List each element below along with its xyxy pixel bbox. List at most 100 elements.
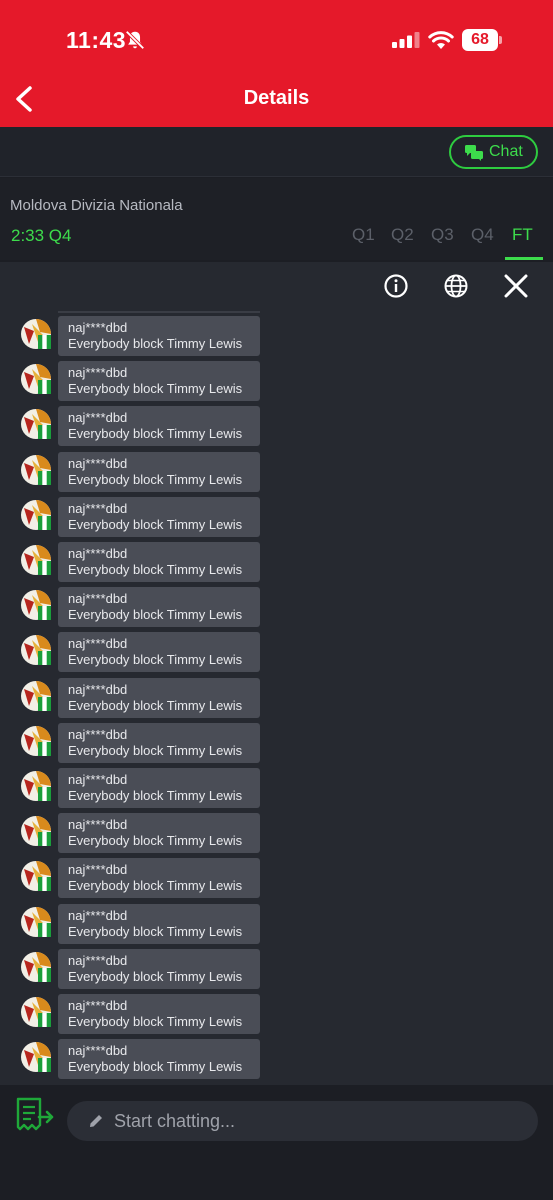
tab-ft[interactable]: FT: [512, 225, 533, 245]
list-item[interactable]: naj****dbd Everybody block Timmy Lewis: [0, 316, 553, 358]
list-item[interactable]: naj****dbd Everybody block Timmy Lewis: [0, 994, 553, 1036]
message-bubble: naj****dbd Everybody block Timmy Lewis: [58, 948, 260, 989]
list-item[interactable]: naj****dbd Everybody block Timmy Lewis: [0, 677, 553, 720]
avatar[interactable]: [20, 544, 52, 576]
tab-q3[interactable]: Q3: [431, 225, 454, 245]
message-text: Everybody block Timmy Lewis: [68, 471, 243, 487]
message-username: naj****dbd: [68, 998, 128, 1013]
message-bubble: naj****dbd Everybody block Timmy Lewis: [58, 677, 260, 718]
status-time: 11:43: [66, 27, 127, 53]
pencil-icon: [90, 1115, 102, 1127]
cellular-signal-icon: [392, 32, 420, 48]
list-item[interactable]: naj****dbd Everybody block Timmy Lewis: [0, 722, 553, 765]
tab-q4[interactable]: Q4: [471, 225, 494, 245]
tab-q1[interactable]: Q1: [352, 225, 375, 245]
message-username: naj****dbd: [68, 726, 128, 742]
avatar[interactable]: [20, 363, 52, 395]
league-name: Moldova Divizia Nationala: [10, 197, 183, 214]
avatar[interactable]: [20, 1041, 52, 1073]
avatar[interactable]: [20, 408, 52, 440]
list-item[interactable]: naj****dbd Everybody block Timmy Lewis: [0, 542, 553, 584]
list-item[interactable]: naj****dbd Everybody block Timmy Lewis: [0, 948, 553, 991]
message-text: Everybody block Timmy Lewis: [68, 516, 243, 532]
list-item[interactable]: naj****dbd Everybody block Timmy Lewis: [0, 768, 553, 810]
active-tab-indicator: [505, 257, 543, 260]
message-bubble: naj****dbd Everybody block Timmy Lewis: [58, 406, 260, 447]
chat-button-label: Chat: [489, 143, 523, 160]
message-bubble: naj****dbd Everybody block Timmy Lewis: [58, 496, 260, 537]
chat-input[interactable]: [67, 1101, 538, 1141]
avatar[interactable]: [20, 589, 52, 621]
bet-slip-icon[interactable]: [14, 1095, 56, 1135]
message-bubble: naj****dbd Everybody block Timmy Lewis: [58, 587, 260, 628]
list-item[interactable]: naj****dbd Everybody block Timmy Lewis: [0, 813, 553, 855]
list-item[interactable]: naj****dbd Everybody block Timmy Lewis: [0, 632, 553, 674]
message-text: Everybody block Timmy Lewis: [68, 607, 243, 623]
message-text: Everybody block Timmy Lewis: [68, 336, 243, 351]
list-item[interactable]: naj****dbd Everybody block Timmy Lewis: [0, 406, 553, 448]
chat-bubbles-icon: [465, 145, 483, 161]
close-icon[interactable]: [502, 272, 530, 300]
message-username: naj****dbd: [68, 410, 128, 426]
message-username: naj****dbd: [68, 1043, 128, 1059]
message-text: Everybody block Timmy Lewis: [68, 923, 243, 939]
avatar[interactable]: [20, 634, 52, 666]
chat-button[interactable]: Chat: [449, 135, 538, 169]
message-username: naj****dbd: [68, 772, 128, 787]
list-item[interactable]: naj****dbd Everybody block Timmy Lewis: [0, 903, 553, 946]
list-item[interactable]: naj****dbd Everybody block Timmy Lewis: [0, 361, 553, 403]
message-bubble: naj****dbd Everybody block Timmy Lewis: [58, 768, 260, 808]
avatar[interactable]: [20, 318, 52, 350]
message-username: naj****dbd: [68, 365, 128, 381]
message-text: Everybody block Timmy Lewis: [68, 833, 243, 849]
message-bubble: naj****dbd Everybody block Timmy Lewis: [58, 903, 260, 944]
battery-indicator: 68: [462, 29, 502, 51]
battery-tip: [499, 36, 502, 44]
list-item[interactable]: naj****dbd Everybody block Timmy Lewis: [0, 496, 553, 539]
message-divider: [58, 311, 260, 313]
message-bubble: naj****dbd Everybody block Timmy Lewis: [58, 813, 260, 854]
message-text: Everybody block Timmy Lewis: [68, 697, 243, 713]
avatar[interactable]: [20, 770, 52, 802]
message-username: naj****dbd: [68, 681, 128, 697]
bell-off-icon: [125, 30, 145, 50]
avatar[interactable]: [20, 996, 52, 1028]
message-username: naj****dbd: [68, 907, 128, 923]
message-bubble: naj****dbd Everybody block Timmy Lewis: [58, 632, 260, 673]
message-text: Everybody block Timmy Lewis: [68, 788, 243, 803]
info-icon[interactable]: [382, 272, 410, 300]
message-text: Everybody block Timmy Lewis: [68, 878, 243, 894]
message-text: Everybody block Timmy Lewis: [68, 1059, 243, 1075]
message-username: naj****dbd: [68, 500, 128, 516]
list-item[interactable]: naj****dbd Everybody block Timmy Lewis: [0, 1039, 553, 1081]
message-bubble: naj****dbd Everybody block Timmy Lewis: [58, 542, 260, 582]
list-item[interactable]: naj****dbd Everybody block Timmy Lewis: [0, 587, 553, 629]
message-bubble: naj****dbd Everybody block Timmy Lewis: [58, 451, 260, 492]
message-bubble: naj****dbd Everybody block Timmy Lewis: [58, 722, 260, 763]
avatar[interactable]: [20, 725, 52, 757]
globe-icon[interactable]: [442, 272, 470, 300]
avatar[interactable]: [20, 951, 52, 983]
message-text: Everybody block Timmy Lewis: [68, 742, 243, 758]
message-bubble: naj****dbd Everybody block Timmy Lewis: [58, 994, 260, 1034]
match-clock: 2:33 Q4: [11, 226, 72, 245]
list-item[interactable]: naj****dbd Everybody block Timmy Lewis: [0, 451, 553, 494]
avatar[interactable]: [20, 454, 52, 486]
message-text: Everybody block Timmy Lewis: [68, 1014, 243, 1029]
match-info: [0, 178, 553, 260]
avatar[interactable]: [20, 680, 52, 712]
avatar[interactable]: [20, 815, 52, 847]
tab-q2[interactable]: Q2: [391, 225, 414, 245]
battery-level: 68: [471, 31, 489, 48]
avatar[interactable]: [20, 906, 52, 938]
status-bar: 11:43 68: [0, 0, 553, 70]
avatar[interactable]: [20, 860, 52, 892]
list-item[interactable]: naj****dbd Everybody block Timmy Lewis: [0, 858, 553, 900]
message-username: naj****dbd: [68, 320, 128, 335]
message-bubble: naj****dbd Everybody block Timmy Lewis: [58, 1039, 260, 1080]
avatar[interactable]: [20, 499, 52, 531]
message-username: naj****dbd: [68, 455, 128, 471]
message-text: Everybody block Timmy Lewis: [68, 426, 243, 442]
message-username: naj****dbd: [68, 862, 128, 878]
message-username: naj****dbd: [68, 952, 128, 968]
